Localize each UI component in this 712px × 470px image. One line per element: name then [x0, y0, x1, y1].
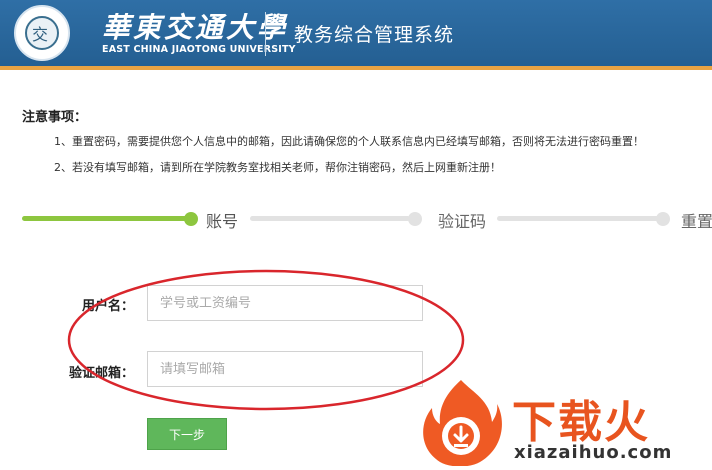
header-accent-line: [0, 66, 712, 70]
seal-glyph: 交: [32, 25, 49, 44]
flame-logo-icon: [423, 380, 502, 466]
step-track-2: [250, 216, 410, 221]
watermark-domain: xiazaihuo.com: [514, 442, 673, 463]
step-label-account: 账号: [206, 212, 239, 231]
notice-title: 注意事项：: [22, 110, 88, 125]
system-title: 教务综合管理系统: [294, 24, 455, 46]
watermark-brand: 下载火: [512, 397, 650, 448]
header-divider: [265, 12, 266, 56]
email-input[interactable]: [147, 351, 423, 387]
step-track-1: [22, 216, 188, 221]
notice-item-2: 2、若没有填写邮箱，请到所在学院教务室找相关老师，帮你注销密码，然后上网重新注册…: [54, 161, 501, 174]
username-label: 用户名：: [81, 299, 134, 314]
seal-inner: 交: [25, 16, 59, 50]
university-name-en: EAST CHINA JIAOTONG UNIVERSITY: [102, 44, 296, 55]
step-dot-verify: [408, 212, 422, 226]
step-dot-reset: [656, 212, 670, 226]
step-track-3: [497, 216, 661, 221]
next-step-button[interactable]: 下一步: [147, 418, 227, 450]
university-seal-logo: 交: [14, 5, 70, 61]
step-label-verify: 验证码: [438, 212, 487, 231]
university-name-cn: 華東交通大學: [102, 11, 289, 44]
notice-item-1: 1、重置密码，需要提供您个人信息中的邮箱，因此请确保您的个人联系信息内已经填写邮…: [54, 135, 644, 148]
username-input[interactable]: [147, 285, 423, 321]
step-label-reset: 重置: [681, 212, 712, 231]
email-label: 验证邮箱：: [68, 366, 134, 381]
step-dot-account: [184, 212, 198, 226]
top-header: 交 華東交通大學 EAST CHINA JIAOTONG UNIVERSITY …: [0, 0, 712, 66]
